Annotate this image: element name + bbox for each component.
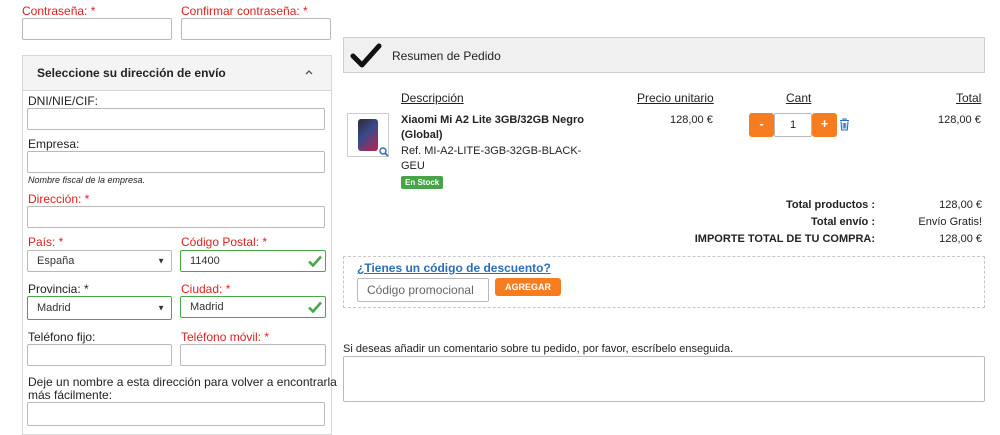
order-summary-title: Resumen de Pedido [392, 49, 501, 63]
alias-label-line1: Deje un nombre a esta dirección para vol… [28, 375, 337, 389]
alias-input[interactable] [27, 402, 325, 426]
apply-discount-button[interactable]: AGREGAR [495, 278, 561, 296]
checkmark-icon [350, 43, 382, 68]
col-total[interactable]: Total [956, 91, 981, 105]
total-shipping-value: Envío Gratis! [918, 216, 982, 228]
confirm-password-label: Confirmar contraseña: * [181, 4, 308, 18]
promo-code-input[interactable]: Código promocional [357, 278, 489, 302]
check-icon [308, 255, 322, 268]
order-summary-header: Resumen de Pedido [343, 37, 985, 73]
province-select[interactable]: Madrid ▼ [27, 296, 172, 320]
trash-icon[interactable] [839, 118, 850, 131]
password-input[interactable] [22, 18, 172, 40]
total-products-value: 128,00 € [939, 199, 982, 211]
city-value: Madrid [190, 301, 224, 313]
country-value: España [37, 255, 75, 267]
comment-textarea[interactable] [343, 356, 985, 402]
quantity-decrease-button[interactable]: - [749, 113, 774, 137]
product-thumbnail[interactable] [347, 113, 389, 157]
promo-code-placeholder: Código promocional [367, 283, 474, 297]
province-value: Madrid [37, 302, 71, 314]
quantity-input[interactable]: 1 [774, 113, 812, 137]
product-ref-line2: GEU [401, 160, 425, 172]
discount-link[interactable]: ¿Tienes un código de descuento? [357, 261, 551, 275]
mobile-input[interactable] [180, 344, 326, 366]
grand-total-value: 128,00 € [939, 233, 982, 245]
caret-down-icon: ▼ [157, 303, 165, 313]
phone-image [358, 119, 378, 151]
unit-price: 128,00 € [670, 114, 713, 126]
city-input[interactable]: Madrid [180, 296, 326, 318]
password-label: Contraseña: * [22, 4, 96, 18]
total-shipping-label: Total envío : [811, 216, 875, 228]
col-unit-price[interactable]: Precio unitario [637, 91, 714, 105]
product-ref-line1: Ref. MI-A2-LITE-3GB-32GB-BLACK- [401, 145, 582, 157]
province-label-text: Provincia: * [28, 282, 89, 296]
phone-input[interactable] [27, 344, 172, 366]
col-description[interactable]: Descripción [401, 91, 464, 105]
magnifier-icon[interactable] [379, 147, 389, 157]
product-name-line1[interactable]: Xiaomi Mi A2 Lite 3GB/32GB Negro [401, 114, 584, 126]
dni-label: DNI/NIE/CIF: [28, 94, 99, 108]
grand-total-label: IMPORTE TOTAL DE TU COMPRA: [694, 233, 875, 245]
address-panel-title: Seleccione su dirección de envío [37, 66, 226, 80]
address-input[interactable] [27, 206, 325, 228]
caret-down-icon: ▼ [157, 256, 165, 266]
chevron-up-icon[interactable] [304, 68, 314, 76]
product-name-line2: (Global) [401, 129, 443, 141]
alias-label-line2: más fácilmente: [28, 388, 113, 402]
postcode-label: Código Postal: * [181, 235, 268, 249]
col-quantity[interactable]: Cant [786, 91, 811, 105]
postcode-value: 11400 [190, 255, 220, 267]
country-select[interactable]: España ▼ [27, 250, 172, 272]
confirm-password-input[interactable] [181, 18, 331, 40]
company-hint: Nombre fiscal de la empresa. [28, 175, 146, 185]
total-products-label: Total productos : [785, 199, 875, 211]
company-label: Empresa: [28, 137, 80, 151]
stock-badge: En Stock [401, 176, 444, 189]
check-icon [308, 301, 322, 314]
postcode-input[interactable]: 11400 [180, 250, 326, 272]
company-input[interactable] [27, 151, 325, 173]
city-label: Ciudad: * [181, 282, 231, 296]
quantity-increase-button[interactable]: + [812, 113, 837, 137]
mobile-label: Teléfono móvil: * [181, 330, 270, 344]
line-total: 128,00 € [938, 114, 981, 126]
dni-input[interactable] [27, 108, 325, 130]
country-label: País: * [28, 235, 64, 249]
comment-prompt: Si deseas añadir un comentario sobre tu … [343, 343, 734, 355]
province-label: Provincia: * [28, 282, 89, 296]
address-label: Dirección: * [28, 192, 90, 206]
address-panel-header[interactable]: Seleccione su dirección de envío [23, 56, 331, 91]
phone-label: Teléfono fijo: [28, 330, 96, 344]
